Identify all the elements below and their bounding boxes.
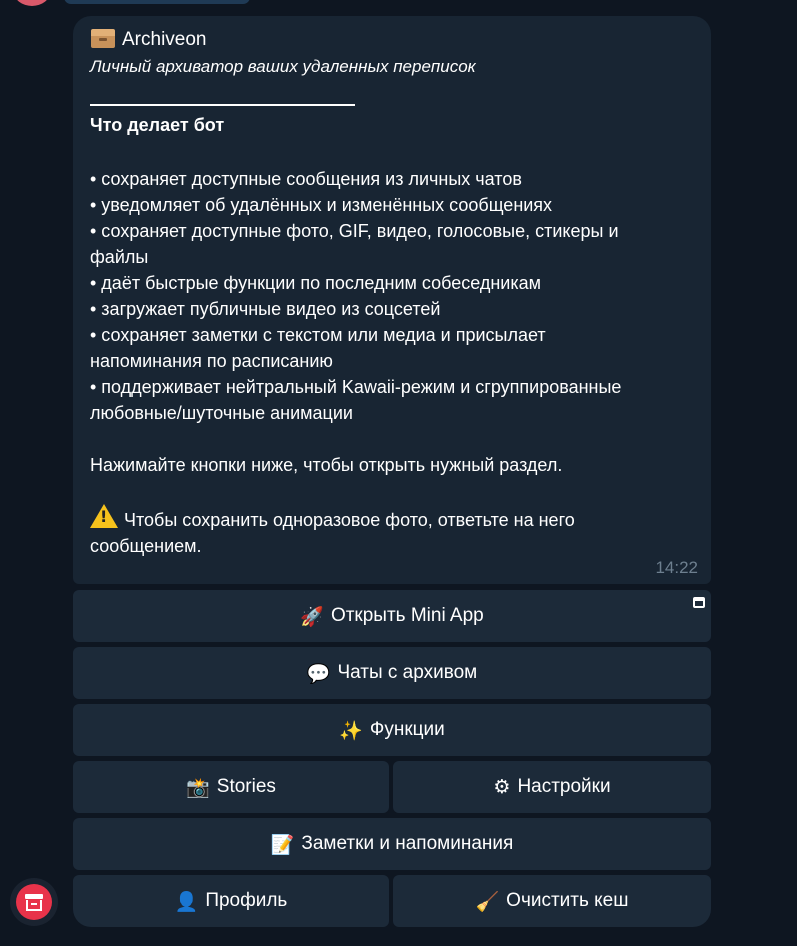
functions-label: Функции: [369, 719, 445, 740]
open-mini-app-button[interactable]: 🚀 Открыть Mini App: [73, 590, 711, 642]
chat-view: Archiveon Личный архиватор ваших удаленн…: [0, 0, 797, 946]
bullet-line: • сохраняет доступные фото, GIF, видео, …: [90, 221, 619, 241]
rocket-icon: 🚀: [300, 605, 324, 628]
settings-button[interactable]: ⚙ Настройки: [393, 761, 711, 813]
warning-text: Чтобы сохранить одноразовое фото, ответь…: [124, 510, 575, 530]
settings-label: Настройки: [517, 776, 611, 797]
broom-icon: 🧹: [475, 890, 500, 913]
camera-flash-icon: 📸: [186, 776, 210, 799]
web-app-icon: [693, 597, 705, 608]
speech-bubble-icon: 💬: [306, 662, 331, 685]
previous-avatar[interactable]: [14, 0, 50, 6]
previous-message-bubble: [64, 0, 250, 4]
bullet-line: файлы: [90, 247, 149, 267]
bot-message-bubble: Archiveon Личный архиватор ваших удаленн…: [73, 16, 711, 584]
message-title: Archiveon: [122, 29, 207, 50]
hint-text: Нажимайте кнопки ниже, чтобы открыть нуж…: [90, 455, 563, 475]
user-icon: 👤: [174, 890, 199, 913]
warning-icon: [90, 504, 118, 528]
clear-cache-label: Очистить кеш: [506, 890, 629, 911]
bullet-line: • загружает публичные видео из соцсетей: [90, 299, 441, 319]
notes-reminders-button[interactable]: 📝 Заметки и напоминания: [73, 818, 711, 870]
bullet-line: любовные/шуточные анимации: [90, 403, 353, 423]
chats-archive-button[interactable]: 💬 Чаты с архивом: [73, 647, 711, 699]
gear-icon: ⚙: [493, 776, 511, 798]
warning-text-cont: сообщением.: [90, 536, 202, 556]
message-title-row: Archiveon: [90, 26, 695, 54]
box-icon: [90, 28, 116, 48]
bullet-line: • поддерживает нейтральный Kawaii-режим …: [90, 377, 622, 397]
stories-button[interactable]: 📸 Stories: [73, 761, 389, 813]
archive-box-icon: [16, 884, 52, 920]
stories-label: Stories: [216, 776, 276, 797]
message-time: 14:22: [655, 558, 698, 577]
sparkles-icon: ✨: [339, 719, 363, 742]
bullet-line: • даёт быстрые функции по последним собе…: [90, 273, 541, 293]
notes-reminders-label: Заметки и напоминания: [301, 833, 514, 854]
message-heading: Что делает бот: [90, 115, 225, 135]
bullet-line: напоминания по расписанию: [90, 351, 333, 371]
divider: [90, 104, 355, 106]
functions-button[interactable]: ✨ Функции: [73, 704, 711, 756]
bot-avatar[interactable]: [10, 878, 58, 926]
profile-label: Профиль: [205, 890, 288, 911]
message-subtitle: Личный архиватор ваших удаленных перепис…: [90, 57, 476, 76]
clear-cache-button[interactable]: 🧹 Очистить кеш: [393, 875, 711, 927]
chats-archive-label: Чаты с архивом: [337, 662, 478, 683]
bullet-line: • сохраняет заметки с текстом или медиа …: [90, 325, 546, 345]
bullet-line: • сохраняет доступные сообщения из личны…: [90, 169, 522, 189]
memo-icon: 📝: [270, 833, 295, 856]
warning-row: Чтобы сохранить одноразовое фото, ответь…: [90, 504, 695, 533]
open-mini-app-label: Открыть Mini App: [330, 605, 484, 626]
profile-button[interactable]: 👤 Профиль: [73, 875, 389, 927]
bullet-line: • уведомляет об удалённых и изменённых с…: [90, 195, 553, 215]
